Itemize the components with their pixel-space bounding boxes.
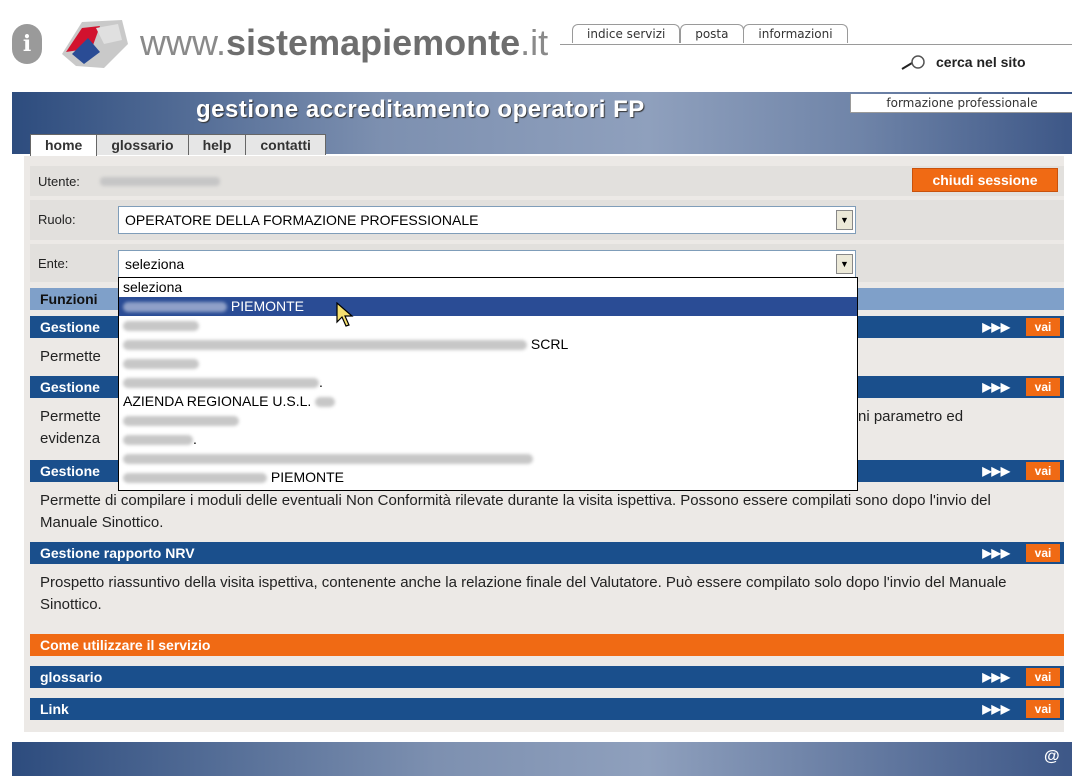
page-title: gestione accreditamento operatori FP — [196, 96, 645, 123]
ente-select[interactable]: seleziona ▼ — [118, 250, 856, 278]
redacted-text — [123, 321, 199, 332]
ruolo-label: Ruolo: — [38, 212, 76, 227]
email-icon[interactable]: @ — [1044, 748, 1060, 766]
redacted-text — [123, 359, 199, 370]
dropdown-option[interactable]: seleziona — [119, 278, 857, 297]
logout-button[interactable]: chiudi sessione — [912, 168, 1058, 192]
come-utilizzare-bar[interactable]: Come utilizzare il servizio — [30, 634, 1064, 656]
dropdown-option[interactable] — [119, 449, 857, 468]
redacted-text — [315, 397, 336, 408]
tab-contatti[interactable]: contatti — [245, 134, 326, 155]
dropdown-option[interactable]: SCRL — [119, 335, 857, 354]
section-title: Link — [40, 701, 69, 717]
search-label: cerca nel sito — [936, 54, 1026, 70]
tab-informazioni[interactable]: informazioni — [743, 24, 848, 43]
top-utility-tabs: indice servizi posta informazioni — [572, 24, 848, 46]
dropdown-option[interactable]: . — [119, 373, 857, 392]
arrows-icon[interactable]: ▶▶▶ — [982, 542, 1010, 564]
header-divider — [560, 44, 1072, 45]
ruolo-value: OPERATORE DELLA FORMAZIONE PROFESSIONALE — [125, 212, 479, 228]
dropdown-option[interactable] — [119, 354, 857, 373]
section-title: glossario — [40, 669, 103, 685]
site-search-link[interactable]: cerca nel sito — [900, 54, 1026, 71]
chevron-down-icon[interactable]: ▼ — [836, 254, 853, 274]
section-desc: Prospetto riassuntivo della visita ispet… — [40, 574, 1007, 613]
redacted-text — [123, 416, 239, 427]
section-desc: Permette — [40, 348, 101, 365]
ente-value: seleziona — [125, 256, 185, 272]
tab-posta[interactable]: posta — [680, 24, 744, 43]
redacted-text — [123, 435, 193, 446]
redacted-text — [123, 302, 227, 313]
tab-indice-servizi[interactable]: indice servizi — [572, 24, 681, 43]
section-desc-line2: evidenza — [40, 430, 101, 447]
vai-button[interactable]: vai — [1026, 318, 1060, 336]
redacted-text — [123, 473, 267, 484]
redacted-text — [123, 378, 319, 389]
arrows-icon[interactable]: ▶▶▶ — [982, 666, 1010, 688]
vai-button[interactable]: vai — [1026, 462, 1060, 480]
section-bar-rapporto-nrv: Gestione rapporto NRV ▶▶▶ vai — [30, 542, 1064, 564]
vai-button[interactable]: vai — [1026, 544, 1060, 562]
chevron-down-icon[interactable]: ▼ — [836, 210, 853, 230]
vai-button[interactable]: vai — [1026, 378, 1060, 396]
tab-help[interactable]: help — [187, 134, 247, 155]
region-logo-icon — [62, 20, 128, 68]
dropdown-option-selected[interactable]: PIEMONTE — [119, 297, 857, 316]
search-icon — [901, 55, 925, 71]
section-desc: Permette di compilare i moduli delle eve… — [40, 492, 991, 531]
vai-button[interactable]: vai — [1026, 700, 1060, 718]
redacted-text — [123, 340, 527, 351]
arrows-icon[interactable]: ▶▶▶ — [982, 376, 1010, 398]
section-title: Gestione — [40, 463, 100, 479]
dropdown-option[interactable] — [119, 316, 857, 335]
footer-banner — [12, 742, 1072, 776]
arrows-icon[interactable]: ▶▶▶ — [982, 698, 1010, 720]
section-title: Gestione — [40, 319, 100, 335]
dropdown-option[interactable]: PIEMONTE — [119, 468, 857, 487]
ente-dropdown-list[interactable]: seleziona PIEMONTE SCRL . AZIENDA REGION… — [118, 277, 858, 491]
main-nav: home glossario help contatti — [30, 134, 326, 157]
section-desc: Permette — [40, 408, 101, 425]
arrows-icon[interactable]: ▶▶▶ — [982, 316, 1010, 338]
dropdown-option[interactable]: . — [119, 430, 857, 449]
section-title: Gestione — [40, 379, 100, 395]
user-name-redacted — [100, 177, 220, 186]
dropdown-option[interactable] — [119, 411, 857, 430]
banner-subtitle: formazione professionale — [850, 94, 1072, 113]
arrows-icon[interactable]: ▶▶▶ — [982, 460, 1010, 482]
glossario-bar: glossario ▶▶▶ vai — [30, 666, 1064, 688]
section-title: Gestione rapporto NRV — [40, 545, 195, 561]
ente-label: Ente: — [38, 256, 69, 271]
utente-label: Utente: — [38, 174, 80, 189]
info-icon[interactable]: i — [12, 24, 42, 64]
dropdown-option[interactable]: AZIENDA REGIONALE U.S.L. — [119, 392, 857, 411]
section-desc-right: ni parametro ed — [858, 408, 964, 425]
ruolo-select[interactable]: OPERATORE DELLA FORMAZIONE PROFESSIONALE… — [118, 206, 856, 234]
vai-button[interactable]: vai — [1026, 668, 1060, 686]
link-bar: Link ▶▶▶ vai — [30, 698, 1064, 720]
site-logo-text[interactable]: www.sistemapiemonte.it — [140, 22, 548, 64]
tab-home[interactable]: home — [30, 134, 98, 157]
mouse-cursor-icon — [336, 302, 354, 327]
tab-glossario[interactable]: glossario — [96, 134, 189, 155]
redacted-text — [123, 454, 533, 465]
